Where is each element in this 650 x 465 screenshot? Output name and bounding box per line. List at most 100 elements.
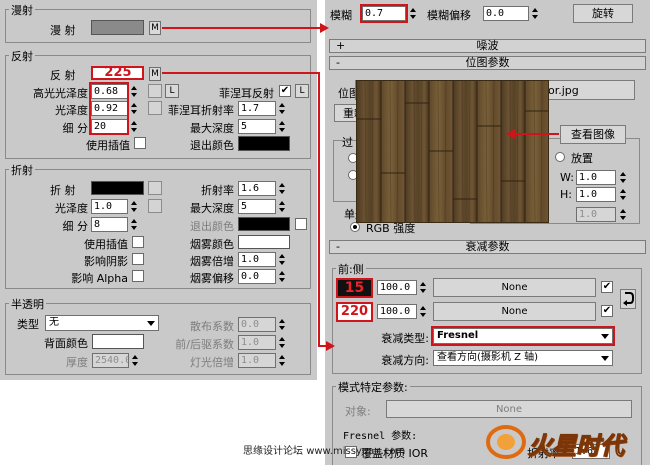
h-spinner[interactable] [619, 187, 627, 202]
reflect-subdiv-spinner[interactable] [130, 119, 138, 134]
reflect-gloss-spinner[interactable] [130, 101, 138, 116]
fwd-back-label: 前/后驱系数 [175, 338, 234, 351]
view-image-button[interactable]: 查看图像 [560, 125, 626, 144]
side-map-checkbox[interactable]: ✔ [601, 305, 613, 317]
fresnel-ior-spinner[interactable] [278, 101, 286, 116]
fwd-back-input[interactable]: 1.0 [238, 335, 276, 350]
wood-texture-graphic [357, 81, 548, 222]
noise-rollup[interactable]: + 噪波 [329, 39, 646, 53]
fwd-back-spinner[interactable] [278, 335, 286, 350]
highlight-gloss-spinner[interactable] [130, 84, 138, 99]
refract-ior-label: 折射率 [201, 184, 234, 197]
scatter-spinner[interactable] [278, 317, 286, 332]
blur-spinner[interactable] [409, 6, 417, 21]
fog-bias-input[interactable]: 0.0 [238, 269, 276, 284]
scatter-input[interactable]: 0.0 [238, 317, 276, 332]
arrow-reflect-horizontal [162, 72, 320, 74]
place-label: 放置 [571, 152, 593, 165]
fresnel-reflect-checkbox[interactable]: ✔ [279, 85, 291, 97]
reflect-use-interp-checkbox[interactable] [134, 137, 146, 149]
highlight-gloss-lock-button[interactable]: L [165, 84, 179, 98]
fog-color-swatch[interactable] [238, 235, 290, 249]
front-amount-spinner[interactable] [419, 280, 427, 295]
jitter-spinner[interactable] [619, 207, 627, 222]
h-label: H: [560, 188, 572, 201]
translucency-title: 半透明 [9, 296, 46, 312]
side-amount-input[interactable]: 100.0 [377, 304, 417, 319]
refract-exit-color-swatch[interactable] [238, 217, 290, 231]
refract-subdiv-input[interactable]: 8 [91, 217, 128, 232]
translucency-type-dropdown[interactable]: 无 [45, 315, 159, 331]
front-value-badge: 15 [344, 280, 365, 296]
filter-label: 过 [342, 136, 353, 149]
fog-mult-input[interactable]: 1.0 [238, 252, 276, 267]
fog-mult-spinner[interactable] [278, 252, 286, 267]
refract-max-depth-label: 最大深度 [190, 202, 234, 215]
jitter-input[interactable]: 1.0 [576, 207, 616, 222]
w-spinner[interactable] [619, 170, 627, 185]
chevron-down-icon [147, 321, 155, 326]
front-map-checkbox[interactable]: ✔ [601, 281, 613, 293]
refract-subdiv-spinner[interactable] [130, 217, 138, 232]
fresnel-lock-button[interactable]: L [295, 84, 309, 98]
reflect-exit-color-swatch[interactable] [238, 136, 290, 151]
blur-offset-spinner[interactable] [531, 6, 539, 21]
refract-gloss-spinner[interactable] [130, 199, 138, 214]
refract-gloss-label: 光泽度 [55, 202, 88, 215]
reflect-label: 反 射 [50, 69, 76, 82]
refract-label: 折 射 [50, 184, 76, 197]
side-amount-spinner[interactable] [419, 304, 427, 319]
light-mult-spinner[interactable] [278, 353, 286, 368]
arrow-view-image-head [506, 129, 515, 139]
refract-max-depth-spinner[interactable] [278, 199, 286, 214]
mode-object-button[interactable]: None [386, 400, 632, 418]
mode-object-label: 对象: [345, 405, 371, 418]
diffuse-map-button[interactable]: M [149, 21, 161, 35]
refract-color-swatch[interactable] [91, 181, 144, 195]
thickness-input[interactable]: 2540.0 [92, 353, 129, 368]
refract-max-depth-input[interactable]: 5 [238, 199, 276, 214]
place-radio[interactable] [555, 152, 565, 162]
fresnel-ior-input[interactable]: 1.7 [238, 101, 276, 116]
falloff-dir-value: 查看方向(摄影机 Z 轴) [437, 352, 539, 363]
front-map-button[interactable]: None [433, 278, 596, 297]
affect-shadows-checkbox[interactable] [132, 253, 144, 265]
fresnel-params-label: Fresnel 参数: [343, 431, 418, 442]
falloff-rollup[interactable]: - 衰减参数 [329, 240, 646, 254]
side-map-button[interactable]: None [433, 302, 596, 321]
reflect-max-depth-input[interactable]: 5 [238, 119, 276, 134]
falloff-dir-dropdown[interactable]: 查看方向(摄影机 Z 轴) [433, 350, 613, 366]
site-logo-text: 火星时代 [528, 432, 625, 461]
fog-bias-label: 烟雾偏移 [190, 272, 234, 285]
diffuse-color-swatch[interactable] [91, 20, 144, 35]
highlight-gloss-map-button[interactable] [148, 84, 162, 98]
diffuse-label: 漫 射 [50, 24, 76, 37]
translucency-type-label: 类型 [17, 318, 39, 331]
h-input[interactable]: 1.0 [576, 187, 616, 202]
falloff-type-label: 衰减类型: [381, 332, 429, 345]
reflect-map-button[interactable]: M [149, 67, 161, 81]
swap-colors-button[interactable] [620, 289, 636, 309]
back-color-swatch[interactable] [92, 334, 144, 349]
arrow-reflect-vertical [318, 72, 320, 347]
refract-use-interp-checkbox[interactable] [132, 236, 144, 248]
affect-alpha-checkbox[interactable] [132, 270, 144, 282]
refract-ior-input[interactable]: 1.6 [238, 181, 276, 196]
refract-gloss-input[interactable]: 1.0 [91, 199, 128, 214]
rgb-intensity-radio[interactable] [350, 222, 360, 232]
thickness-spinner[interactable] [131, 353, 139, 368]
refract-subdiv-label: 细 分 [62, 220, 89, 233]
rotate-button[interactable]: 旋转 [573, 4, 633, 23]
refract-ior-spinner[interactable] [278, 181, 286, 196]
w-input[interactable]: 1.0 [576, 170, 616, 185]
bitmap-rollup[interactable]: - 位图参数 [329, 56, 646, 70]
reflect-exit-color-label: 退出颜色 [190, 139, 234, 152]
blur-offset-input[interactable]: 0.0 [483, 6, 529, 21]
front-amount-input[interactable]: 100.0 [377, 280, 417, 295]
light-mult-input[interactable]: 1.0 [238, 353, 276, 368]
refract-exit-color-checkbox[interactable] [295, 218, 307, 230]
fog-bias-spinner[interactable] [278, 269, 286, 284]
back-color-label: 背面颜色 [44, 337, 88, 350]
translucency-type-value: 无 [49, 317, 59, 328]
reflect-max-depth-spinner[interactable] [278, 119, 286, 134]
